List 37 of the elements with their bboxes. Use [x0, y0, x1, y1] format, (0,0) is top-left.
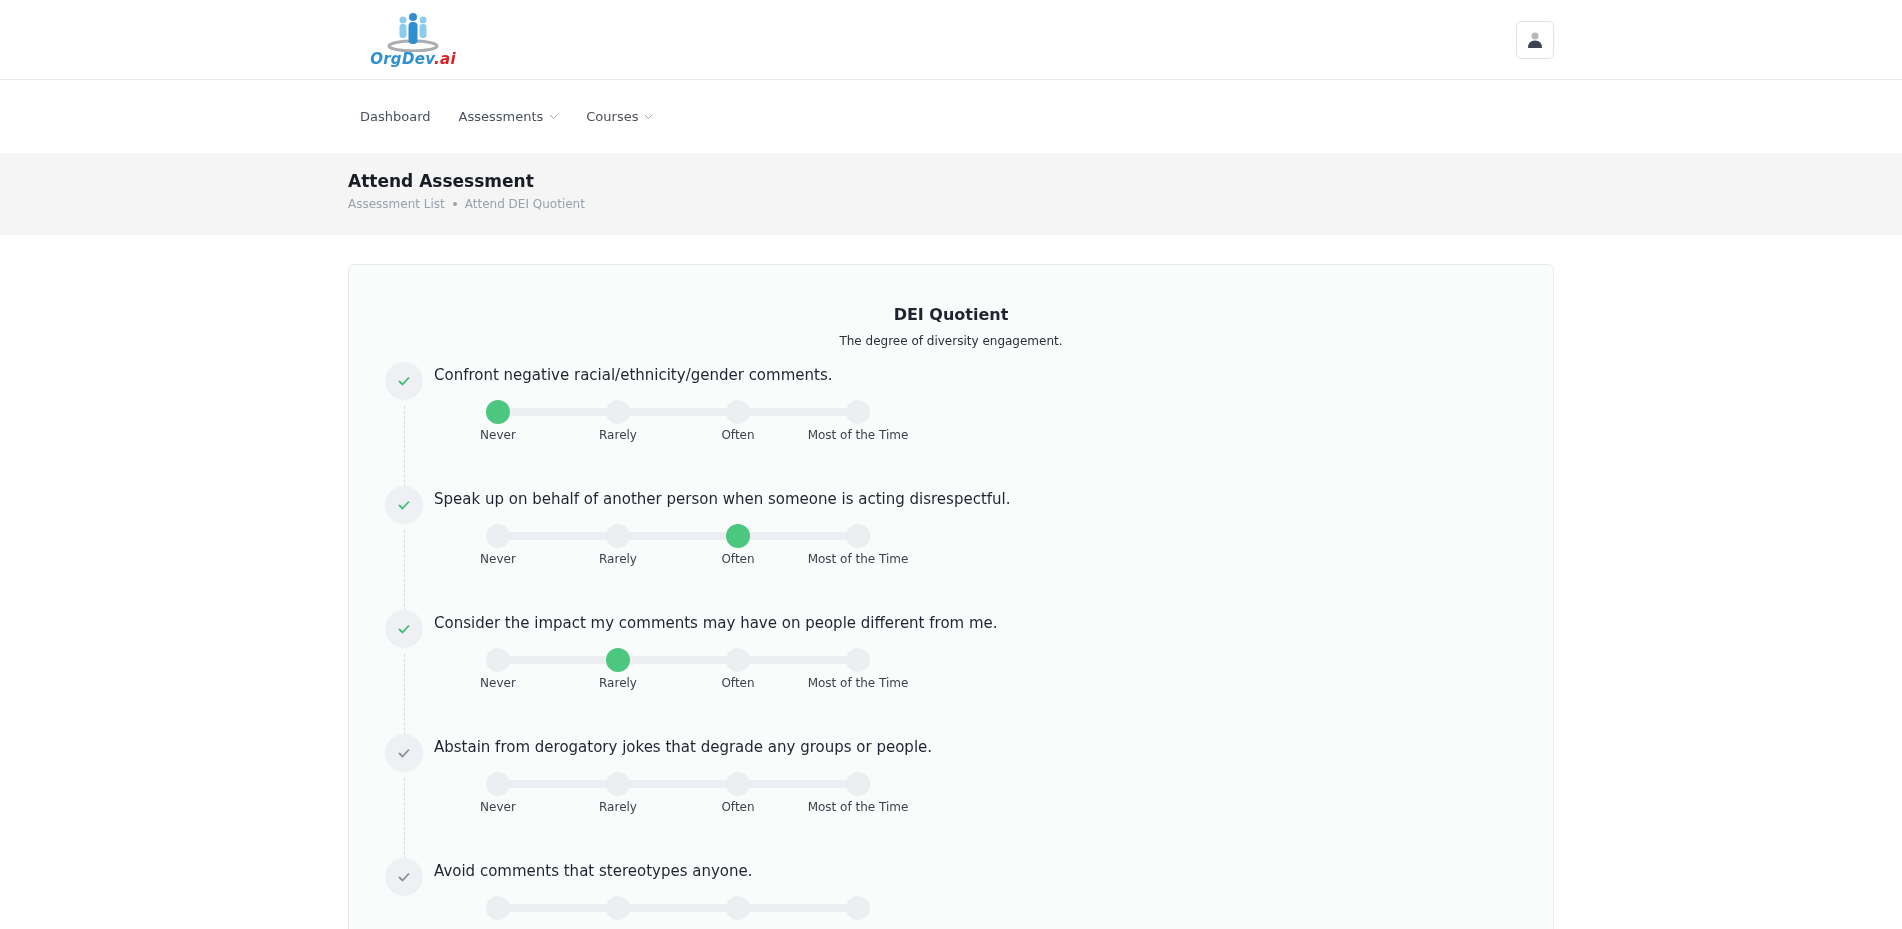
rating-label: Often [721, 552, 755, 566]
chevron-down-icon [644, 113, 654, 120]
nav-menu-item[interactable]: Assessments [458, 105, 559, 128]
question-text: Abstain from derogatory jokes that degrade any groups or people. [434, 738, 933, 756]
rating-option[interactable] [726, 524, 750, 548]
user-avatar-button[interactable] [1516, 20, 1554, 59]
rating-label: Often [721, 800, 755, 814]
rating-label: Most of the Time [807, 676, 909, 690]
rating-label: Most of the Time [807, 552, 909, 566]
logo-text: OrgDev.ai [370, 49, 456, 68]
page-title: Attend Assessment [348, 171, 535, 191]
assessment-subtitle: The degree of diversity engagement. [838, 334, 1064, 348]
user-icon [1528, 31, 1542, 48]
rating-label: Never [480, 676, 516, 690]
rating-label: Most of the Time [807, 428, 909, 442]
question-text: Speak up on behalf of another person when someone is acting disrespectful. [434, 490, 1011, 508]
chevron-down-icon [549, 113, 559, 120]
nav-menu-item[interactable]: Courses [586, 105, 654, 128]
rating-label: Never [480, 552, 516, 566]
rating-label: Most of the Time [807, 800, 909, 814]
question-text: Avoid comments that stereotypes anyone. [434, 862, 754, 880]
rating-label: Often [721, 428, 755, 442]
breadcrumb-item: Attend DEI Quotient [464, 197, 585, 211]
rating-label: Rarely [599, 676, 637, 690]
rating-label: Never [480, 428, 516, 442]
question-text: Consider the impact my comments may have on people different from me. [434, 614, 998, 632]
rating-label: Often [721, 676, 755, 690]
rating-option[interactable] [606, 648, 630, 672]
assessment-title: DEI Quotient [892, 305, 1010, 324]
rating-label: Rarely [599, 800, 637, 814]
rating-label: Never [480, 800, 516, 814]
rating-label: Rarely [599, 552, 637, 566]
nav-menu-item[interactable]: Dashboard [360, 105, 431, 128]
rating-option[interactable] [486, 400, 510, 424]
question-text: Confront negative racial/ethnicity/gender comments. [434, 366, 834, 384]
breadcrumb-separator-icon [452, 202, 457, 206]
rating-label: Rarely [599, 428, 637, 442]
